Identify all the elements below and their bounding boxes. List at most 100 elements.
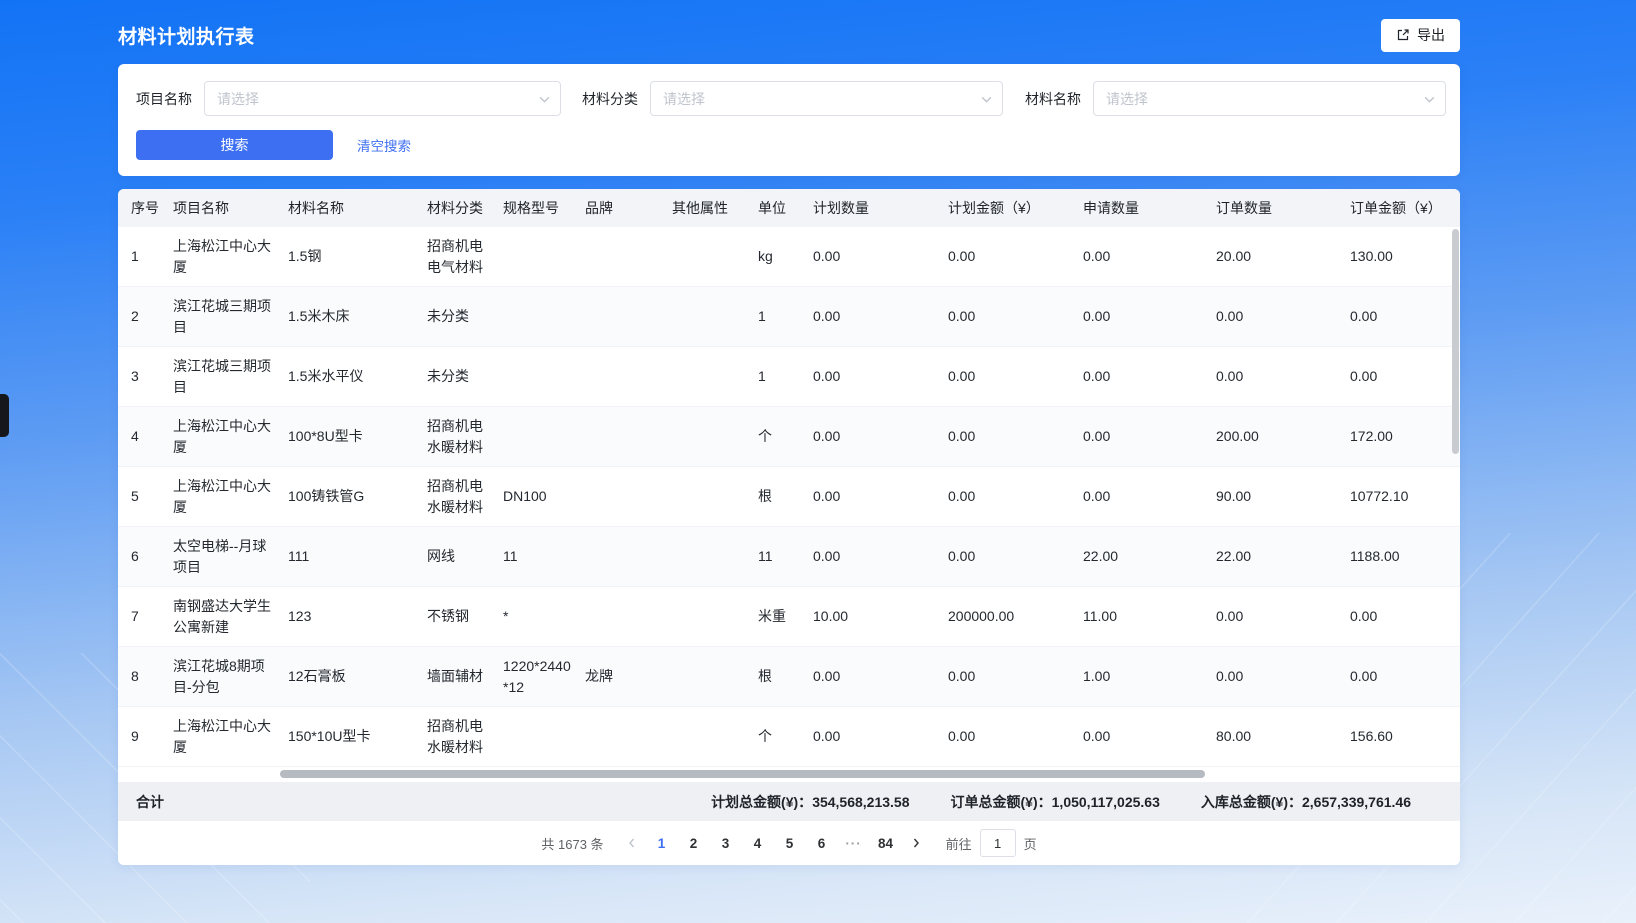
table-cell: 10772.10 <box>1350 486 1460 507</box>
goto-label: 前往 <box>946 834 972 853</box>
page-button-1[interactable]: 1 <box>646 829 678 857</box>
column-header: 材料分类 <box>427 198 503 218</box>
column-header: 序号 <box>131 198 173 218</box>
table-cell: 招商机电电气材料 <box>427 236 503 278</box>
table-cell: 0.00 <box>813 486 948 507</box>
table-cell: 123 <box>288 606 427 627</box>
table-cell: 156.60 <box>1350 726 1460 747</box>
vertical-scrollbar[interactable] <box>1452 229 1459 454</box>
column-header: 单位 <box>758 198 813 218</box>
table-cell: 未分类 <box>427 306 503 327</box>
prev-page-button[interactable] <box>618 829 646 857</box>
column-header: 其他属性 <box>672 198 758 218</box>
table-cell: 招商机电水暖材料 <box>427 716 503 758</box>
table-cell: 滨江花城三期项目 <box>173 296 288 338</box>
export-label: 导出 <box>1417 25 1445 45</box>
table-row[interactable]: 1上海松江中心大厦1.5钢招商机电电气材料kg0.000.000.0020.00… <box>118 227 1460 287</box>
table-row[interactable]: 4上海松江中心大厦100*8U型卡招商机电水暖材料个0.000.000.0020… <box>118 407 1460 467</box>
planned-total-value: 354,568,213.58 <box>812 794 909 810</box>
page-button-3[interactable]: 3 <box>710 829 742 857</box>
table-cell: 个 <box>758 426 813 447</box>
material-name-select[interactable]: 请选择 <box>1093 81 1446 116</box>
pagination-pages: 123456···84 <box>646 829 902 857</box>
export-button[interactable]: 导出 <box>1381 19 1460 52</box>
page-title: 材料计划执行表 <box>118 22 255 49</box>
column-header: 计划金额（¥） <box>948 198 1083 218</box>
pagination-ellipsis: ··· <box>838 829 870 857</box>
table-cell: 0.00 <box>948 666 1083 687</box>
export-icon <box>1396 28 1410 42</box>
table-cell: 1 <box>131 246 173 267</box>
project-name-select[interactable]: 请选择 <box>204 81 561 116</box>
table-row[interactable]: 6太空电梯--月球项目111网线11110.000.0022.0022.0011… <box>118 527 1460 587</box>
table-cell: 上海松江中心大厦 <box>173 716 288 758</box>
horizontal-scrollbar[interactable] <box>280 770 1205 778</box>
table-cell: 滨江花城三期项目 <box>173 356 288 398</box>
table-cell: 0.00 <box>813 306 948 327</box>
page-button-5[interactable]: 5 <box>774 829 806 857</box>
inbound-total-amount: 入库总金额(¥)：2,657,339,761.46 <box>1201 792 1411 812</box>
table-cell: 200000.00 <box>948 606 1083 627</box>
table-body: 1上海松江中心大厦1.5钢招商机电电气材料kg0.000.000.0020.00… <box>118 227 1460 767</box>
material-category-select[interactable]: 请选择 <box>650 81 1003 116</box>
table-cell: 11 <box>758 546 813 567</box>
table-cell: 12石膏板 <box>288 666 427 687</box>
table-cell: 0.00 <box>1350 666 1460 687</box>
summary-total-label: 合计 <box>136 792 164 812</box>
table-cell: 0.00 <box>1083 246 1216 267</box>
page-button-84[interactable]: 84 <box>870 829 902 857</box>
horizontal-scrollbar-track <box>118 767 1460 782</box>
table-cell: 0.00 <box>813 246 948 267</box>
page-button-2[interactable]: 2 <box>678 829 710 857</box>
table-row[interactable]: 2滨江花城三期项目1.5米木床未分类10.000.000.000.000.00 <box>118 287 1460 347</box>
table-cell: 墙面辅材 <box>427 666 503 687</box>
table-row[interactable]: 5上海松江中心大厦100铸铁管G招商机电水暖材料DN100根0.000.000.… <box>118 467 1460 527</box>
drawer-toggle[interactable] <box>0 394 9 437</box>
next-page-button[interactable] <box>902 829 930 857</box>
table-cell: 0.00 <box>1083 366 1216 387</box>
table-cell: 龙牌 <box>585 666 672 687</box>
table-cell: 100铸铁管G <box>288 486 427 507</box>
goto-page-input[interactable] <box>980 829 1016 857</box>
chevron-down-icon <box>980 93 993 106</box>
table-cell: 0.00 <box>813 546 948 567</box>
table-cell: 111 <box>288 546 427 567</box>
clear-search-link[interactable]: 清空搜索 <box>357 135 411 155</box>
table-row[interactable]: 7南钢盛达大学生公寓新建123不锈钢*米重10.00200000.0011.00… <box>118 587 1460 647</box>
table-cell: 0.00 <box>1216 366 1350 387</box>
table-cell: 0.00 <box>1216 306 1350 327</box>
table-cell: 200.00 <box>1216 426 1350 447</box>
table-cell: 0.00 <box>1350 606 1460 627</box>
chevron-down-icon <box>1423 93 1436 106</box>
table-cell: 6 <box>131 546 173 567</box>
table-row[interactable]: 9上海松江中心大厦150*10U型卡招商机电水暖材料个0.000.000.008… <box>118 707 1460 767</box>
table-cell: 8 <box>131 666 173 687</box>
table-row[interactable]: 3滨江花城三期项目1.5米水平仪未分类10.000.000.000.000.00 <box>118 347 1460 407</box>
inbound-total-label: 入库总金额(¥)： <box>1201 794 1302 810</box>
table-cell: 1.5米木床 <box>288 306 427 327</box>
table-cell: 150*10U型卡 <box>288 726 427 747</box>
table-cell: 1 <box>758 306 813 327</box>
page-button-6[interactable]: 6 <box>806 829 838 857</box>
page-button-4[interactable]: 4 <box>742 829 774 857</box>
table-cell: 22.00 <box>1083 546 1216 567</box>
total-count: 共 1673 条 <box>541 834 603 853</box>
table-cell: 1.5钢 <box>288 246 427 267</box>
filter-group-category: 材料分类 请选择 <box>582 81 1003 116</box>
table-cell: 不锈钢 <box>427 606 503 627</box>
chevron-down-icon <box>538 93 551 106</box>
table-cell: 0.00 <box>1216 606 1350 627</box>
table-cell: 上海松江中心大厦 <box>173 416 288 458</box>
material-name-label: 材料名称 <box>1025 89 1081 109</box>
table-cell: 根 <box>758 666 813 687</box>
summary-items: 计划总金额(¥)：354,568,213.58 订单总金额(¥)：1,050,1… <box>711 792 1411 812</box>
table-cell: 0.00 <box>948 486 1083 507</box>
column-header: 品牌 <box>585 198 672 218</box>
table-row[interactable]: 8滨江花城8期项目-分包12石膏板墙面辅材1220*2440*12龙牌根0.00… <box>118 647 1460 707</box>
table-cell: 太空电梯--月球项目 <box>173 536 288 578</box>
table-cell: 米重 <box>758 606 813 627</box>
goto-page: 前往 页 <box>946 829 1037 857</box>
table-cell: 0.00 <box>813 666 948 687</box>
table-cell: 1.5米水平仪 <box>288 366 427 387</box>
search-button[interactable]: 搜索 <box>136 130 333 160</box>
